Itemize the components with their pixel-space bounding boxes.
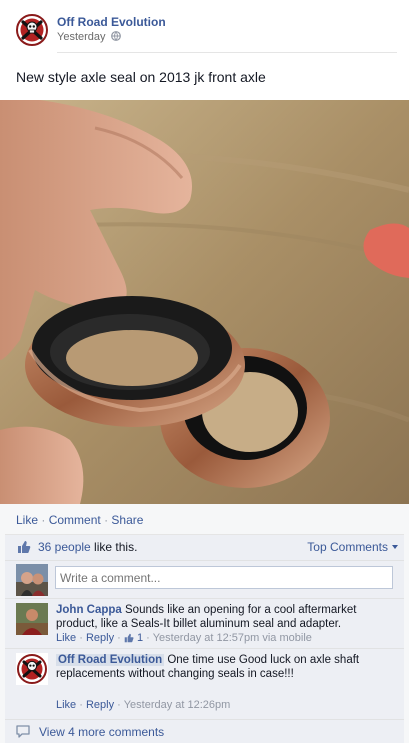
likes-count-link[interactable]: 36 people — [38, 540, 91, 554]
feedback-area: Like · Comment · Share 36 people like th… — [0, 504, 409, 743]
comment-meta: Like · Reply · Yesterday at 12:26pm — [56, 699, 230, 711]
comment-link[interactable]: Comment — [49, 513, 101, 527]
like-link[interactable]: Like — [16, 513, 38, 527]
caret-down-icon — [392, 545, 398, 549]
comment-item: Off Road Evolution One time use Good luc… — [5, 648, 404, 719]
action-separator: · — [104, 513, 109, 527]
comment-body: John Cappa Sounds like an opening for a … — [56, 603, 390, 631]
timestamp-text[interactable]: Yesterday — [57, 31, 106, 43]
page-name-link[interactable]: Off Road Evolution — [57, 15, 166, 29]
post-actions: Like · Comment · Share — [16, 513, 143, 527]
comment-input[interactable] — [55, 566, 393, 589]
share-link[interactable]: Share — [111, 513, 143, 527]
comment-like-link[interactable]: Like — [56, 699, 76, 711]
meta-separator: · — [117, 632, 121, 644]
comment-body: Off Road Evolution One time use Good luc… — [56, 653, 390, 681]
comment-reply-link[interactable]: Reply — [86, 699, 114, 711]
sort-comments-dropdown[interactable]: Top Comments — [307, 540, 398, 554]
view-more-comments[interactable]: View 4 more comments — [5, 719, 404, 743]
viewer-avatar — [16, 564, 48, 596]
comment-composer — [5, 560, 404, 598]
comment-like-link[interactable]: Like — [56, 632, 76, 644]
likes-suffix: like this. — [90, 540, 138, 554]
meta-separator: · — [146, 632, 150, 644]
meta-separator: · — [79, 632, 83, 644]
thumbs-up-icon — [124, 633, 134, 646]
sort-label: Top Comments — [307, 540, 388, 554]
comment-author-link[interactable]: John Cappa — [56, 604, 122, 616]
comment-bubble-icon — [16, 725, 30, 741]
post-photo[interactable] — [0, 100, 409, 504]
thumbs-up-icon — [17, 540, 31, 557]
likes-text: 36 people like this. — [38, 540, 137, 554]
post-card: Off Road Evolution Yesterday New style a… — [0, 0, 409, 743]
post-text: New style axle seal on 2013 jk front axl… — [16, 69, 266, 85]
action-separator: · — [41, 513, 46, 527]
commenter-avatar[interactable] — [16, 603, 48, 635]
globe-icon — [110, 31, 121, 44]
comment-meta: Like · Reply · 1 · Yesterday at 12:57pm … — [56, 632, 312, 646]
meta-separator: · — [79, 699, 83, 711]
comment-author-link[interactable]: Off Road Evolution — [56, 654, 165, 666]
commenter-avatar[interactable] — [16, 653, 48, 685]
comment-time[interactable]: Yesterday at 12:26pm — [124, 699, 231, 711]
page-logo[interactable] — [16, 14, 48, 46]
comment-item: John Cappa Sounds like an opening for a … — [5, 598, 404, 648]
meta-separator: · — [117, 699, 121, 711]
comment-like-count: 1 — [136, 632, 144, 644]
likes-summary: 36 people like this. Top Comments — [5, 534, 404, 560]
post-timestamp[interactable]: Yesterday — [57, 31, 121, 44]
comment-likes-count[interactable]: 1 — [124, 632, 143, 644]
header-divider — [57, 52, 397, 53]
comment-reply-link[interactable]: Reply — [86, 632, 114, 644]
comment-time[interactable]: Yesterday at 12:57pm via mobile — [153, 632, 312, 644]
view-more-comments-link[interactable]: View 4 more comments — [39, 725, 164, 739]
